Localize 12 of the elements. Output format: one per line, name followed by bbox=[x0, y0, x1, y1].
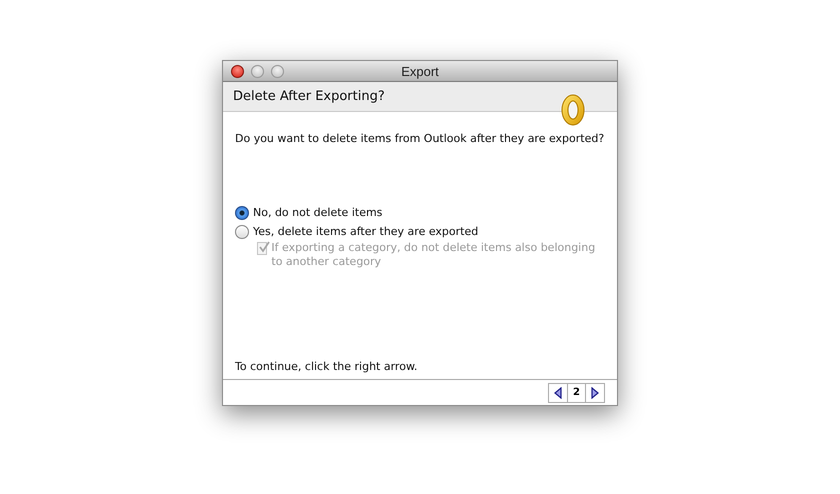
close-button[interactable] bbox=[231, 64, 244, 78]
option-label: No, do not delete items bbox=[253, 206, 382, 220]
right-triangle-icon bbox=[591, 386, 599, 398]
instruction-text: To continue, click the right arrow. bbox=[235, 360, 418, 373]
radio-button[interactable] bbox=[235, 206, 249, 220]
option-label: If exporting a category, do not delete items also belonging to another category bbox=[271, 241, 596, 269]
left-triangle-icon bbox=[554, 386, 562, 398]
window-title: Export bbox=[401, 64, 439, 78]
radio-button[interactable] bbox=[235, 225, 249, 239]
question-text: Do you want to delete items from Outlook after they are exported? bbox=[235, 132, 605, 145]
page-heading: Delete After Exporting? bbox=[233, 89, 385, 104]
option-label: Yes, delete items after they are exported bbox=[253, 225, 478, 239]
